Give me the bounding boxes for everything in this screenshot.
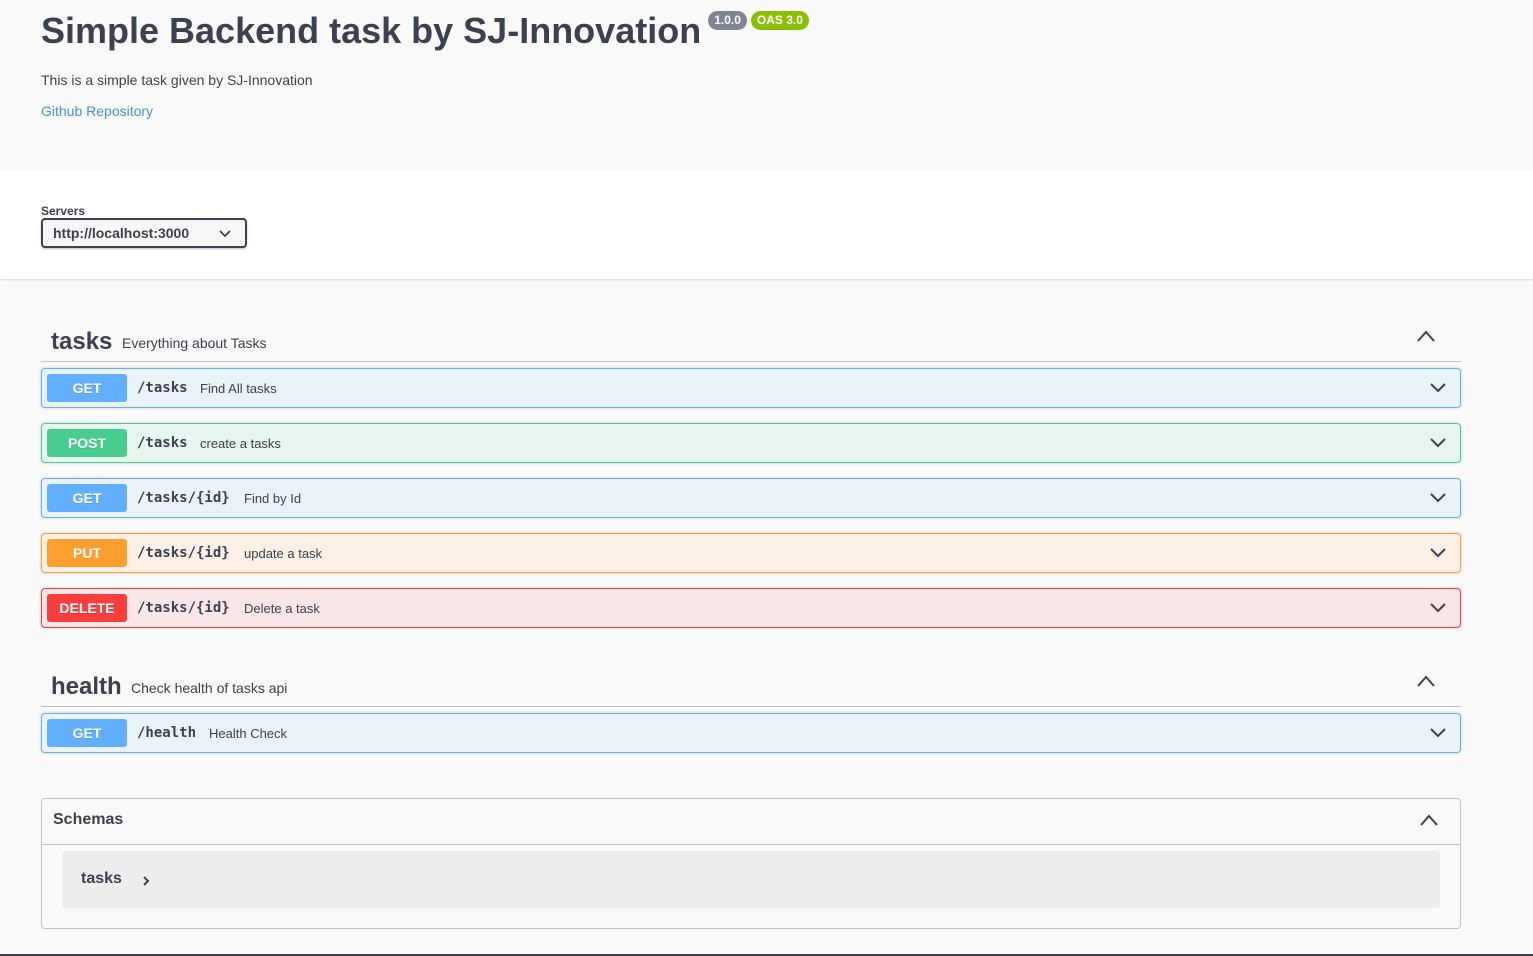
chevron-up-icon: [1417, 330, 1435, 342]
operation-summary: update a task: [244, 546, 323, 561]
operation-path: /tasks/{id}: [137, 490, 230, 506]
schemas-header[interactable]: Schemas: [42, 799, 1460, 845]
operation-delete-task[interactable]: DELETE /tasks/{id} Delete a task: [41, 588, 1461, 628]
operation-put-task[interactable]: PUT /tasks/{id} update a task: [41, 533, 1461, 573]
operation-path: /tasks/{id}: [137, 545, 230, 561]
version-badge: 1.0.0: [708, 11, 747, 30]
operation-get-health[interactable]: GET /health Health Check: [41, 713, 1461, 753]
tag-tasks[interactable]: tasks Everything about Tasks: [41, 304, 1461, 362]
schemas-section: Schemas tasks: [41, 798, 1461, 929]
tag-name: health: [51, 673, 122, 700]
chevron-down-icon: [1430, 493, 1446, 503]
chevron-down-icon: [219, 230, 231, 238]
chevron-down-icon: [1430, 603, 1446, 613]
chevron-down-icon: [1430, 438, 1446, 448]
tag-name: tasks: [51, 328, 113, 355]
tag-health[interactable]: health Check health of tasks api: [41, 649, 1461, 707]
method-badge: PUT: [47, 539, 127, 567]
operation-path: /tasks: [137, 435, 188, 451]
method-badge: DELETE: [47, 594, 127, 622]
chevron-up-icon: [1417, 675, 1435, 687]
servers-container: Servers http://localhost:3000: [0, 170, 1533, 279]
servers-selected-value: http://localhost:3000: [53, 225, 190, 241]
oas-badge: OAS 3.0: [750, 11, 809, 30]
chevron-down-icon: [1430, 383, 1446, 393]
operation-summary: create a tasks: [200, 436, 281, 451]
method-badge: POST: [47, 429, 127, 457]
chevron-down-icon: [1430, 548, 1446, 558]
operation-post-tasks[interactable]: POST /tasks create a tasks: [41, 423, 1461, 463]
method-badge: GET: [47, 719, 127, 747]
operation-get-tasks[interactable]: GET /tasks Find All tasks: [41, 368, 1461, 408]
operation-get-task-by-id[interactable]: GET /tasks/{id} Find by Id: [41, 478, 1461, 518]
api-description: This is a simple task given by SJ-Innova…: [41, 72, 313, 88]
chevron-up-icon: [1420, 814, 1438, 826]
chevron-right-icon: [143, 876, 150, 886]
chevron-down-icon: [1430, 728, 1446, 738]
tag-description: Check health of tasks api: [131, 680, 288, 696]
operation-summary: Health Check: [209, 726, 288, 741]
operation-summary: Find by Id: [244, 491, 302, 506]
operation-summary: Find All tasks: [200, 381, 277, 396]
github-repository-link[interactable]: Github Repository: [41, 103, 153, 119]
tag-description: Everything about Tasks: [122, 335, 267, 351]
model-name: tasks: [81, 870, 122, 887]
page-title: Simple Backend task by SJ-Innovation: [41, 10, 702, 51]
title-row: Simple Backend task by SJ-Innovation 1.0…: [41, 10, 809, 52]
operation-path: /health: [137, 725, 197, 741]
method-badge: GET: [47, 374, 127, 402]
operation-path: /tasks: [137, 380, 188, 396]
servers-select[interactable]: http://localhost:3000: [41, 218, 247, 248]
schemas-title: Schemas: [53, 811, 124, 828]
servers-label: Servers: [41, 204, 86, 218]
operation-path: /tasks/{id}: [137, 600, 230, 616]
method-badge: GET: [47, 484, 127, 512]
model-tasks[interactable]: tasks: [62, 851, 1440, 908]
operation-summary: Delete a task: [244, 601, 320, 616]
api-info: Simple Backend task by SJ-Innovation 1.0…: [41, 0, 1481, 170]
